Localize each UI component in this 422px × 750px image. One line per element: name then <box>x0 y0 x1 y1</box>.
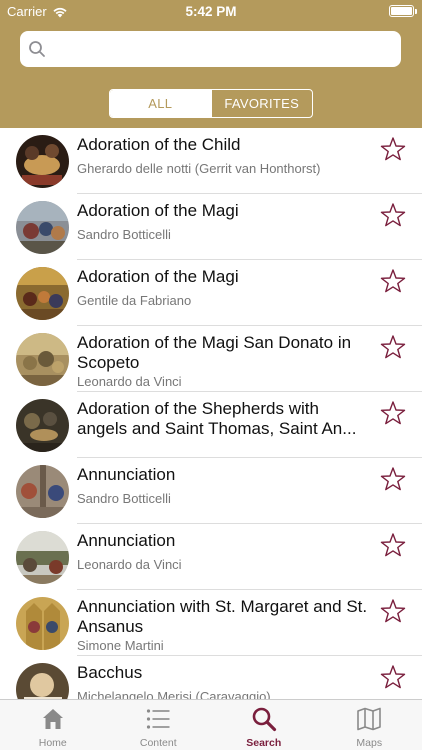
artwork-title-line-2: angels and Saint Thomas, Saint An... <box>77 419 357 438</box>
artist-name: Gentile da Fabriano <box>77 293 192 308</box>
battery-icon <box>389 5 417 17</box>
list-icon <box>147 709 170 729</box>
artist-name: Michelangelo Merisi (Caravaggio) <box>77 689 271 699</box>
status-time: 5:42 PM <box>185 4 237 19</box>
tab-content-label: Content <box>139 737 177 749</box>
tab-maps-label: Maps <box>356 737 383 749</box>
artwork-title: Adoration of the Child <box>77 135 241 154</box>
favorite-star-icon[interactable] <box>380 136 406 162</box>
status-bar: Carrier 5:42 PM <box>0 0 422 22</box>
map-icon <box>357 707 382 731</box>
artwork-thumbnail <box>16 135 69 188</box>
tab-content[interactable]: Content <box>106 700 212 750</box>
favorite-star-icon[interactable] <box>380 664 406 690</box>
list-item[interactable]: Adoration of the Magi Sandro Botticelli <box>0 194 422 260</box>
artwork-thumbnail <box>16 663 69 699</box>
artwork-list: Adoration of the Child Gherardo delle no… <box>0 128 422 699</box>
artwork-thumbnail <box>16 597 69 650</box>
favorite-star-icon[interactable] <box>380 268 406 294</box>
list-item[interactable]: Annunciation with St. Margaret and St. A… <box>0 590 422 656</box>
list-item[interactable]: Annunciation Leonardo da Vinci <box>0 524 422 590</box>
artist-name: Simone Martini <box>77 638 164 653</box>
artist-name: Gherardo delle notti (Gerrit van Honthor… <box>77 161 321 176</box>
artist-name: Leonardo da Vinci <box>77 557 182 572</box>
artwork-title-line-1: Adoration of the Shepherds with <box>77 399 319 418</box>
search-bar[interactable] <box>20 31 401 67</box>
list-item[interactable]: Adoration of the Magi Gentile da Fabrian… <box>0 260 422 326</box>
favorite-star-icon[interactable] <box>380 400 406 426</box>
artwork-thumbnail <box>16 465 69 518</box>
artwork-title: Annunciation <box>77 465 176 484</box>
artwork-title: Bacchus <box>77 663 143 682</box>
artist-name: Leonardo da Vinci <box>77 374 182 389</box>
artwork-title: Adoration of the Magi <box>77 267 239 286</box>
tab-bar: Home Content Search Maps <box>0 699 422 750</box>
tab-maps[interactable]: Maps <box>317 700 422 750</box>
favorite-star-icon[interactable] <box>380 598 406 624</box>
artist-name: Sandro Botticelli <box>77 227 171 242</box>
header: Carrier 5:42 PM ALL FAVORITES <box>0 0 422 128</box>
artwork-thumbnail <box>16 267 69 320</box>
home-icon <box>42 709 63 729</box>
tab-search-label: Search <box>246 737 282 749</box>
artwork-thumbnail <box>16 531 69 584</box>
segment-all[interactable]: ALL <box>110 90 211 117</box>
list-item[interactable]: Bacchus Michelangelo Merisi (Caravaggio) <box>0 656 422 699</box>
filter-segmented-control: ALL FAVORITES <box>109 89 313 118</box>
search-input[interactable] <box>52 31 392 67</box>
artwork-thumbnail <box>16 201 69 254</box>
favorite-star-icon[interactable] <box>380 334 406 360</box>
favorite-star-icon[interactable] <box>380 202 406 228</box>
artwork-thumbnail <box>16 333 69 386</box>
tab-home[interactable]: Home <box>0 700 106 750</box>
favorite-star-icon[interactable] <box>380 532 406 558</box>
list-item[interactable]: Adoration of the Magi San Donato in Scop… <box>0 326 422 392</box>
tab-home-label: Home <box>38 737 67 749</box>
search-icon <box>252 707 276 732</box>
artwork-thumbnail <box>16 399 69 452</box>
artwork-title: Annunciation with St. Margaret and St. A… <box>77 597 368 636</box>
search-icon <box>29 41 45 57</box>
favorite-star-icon[interactable] <box>380 466 406 492</box>
tab-search[interactable]: Search <box>211 700 317 750</box>
artwork-title: Adoration of the Magi <box>77 201 239 220</box>
list-item[interactable]: Adoration of the Child Gherardo delle no… <box>0 128 422 194</box>
artwork-title: Adoration of the Magi San Donato in Scop… <box>77 333 352 372</box>
list-item[interactable]: Annunciation Sandro Botticelli <box>0 458 422 524</box>
list-item[interactable]: Adoration of the Shepherds with angels a… <box>0 392 422 458</box>
artwork-title: Annunciation <box>77 531 176 550</box>
segment-favorites[interactable]: FAVORITES <box>210 90 313 117</box>
artist-name: Sandro Botticelli <box>77 491 171 506</box>
